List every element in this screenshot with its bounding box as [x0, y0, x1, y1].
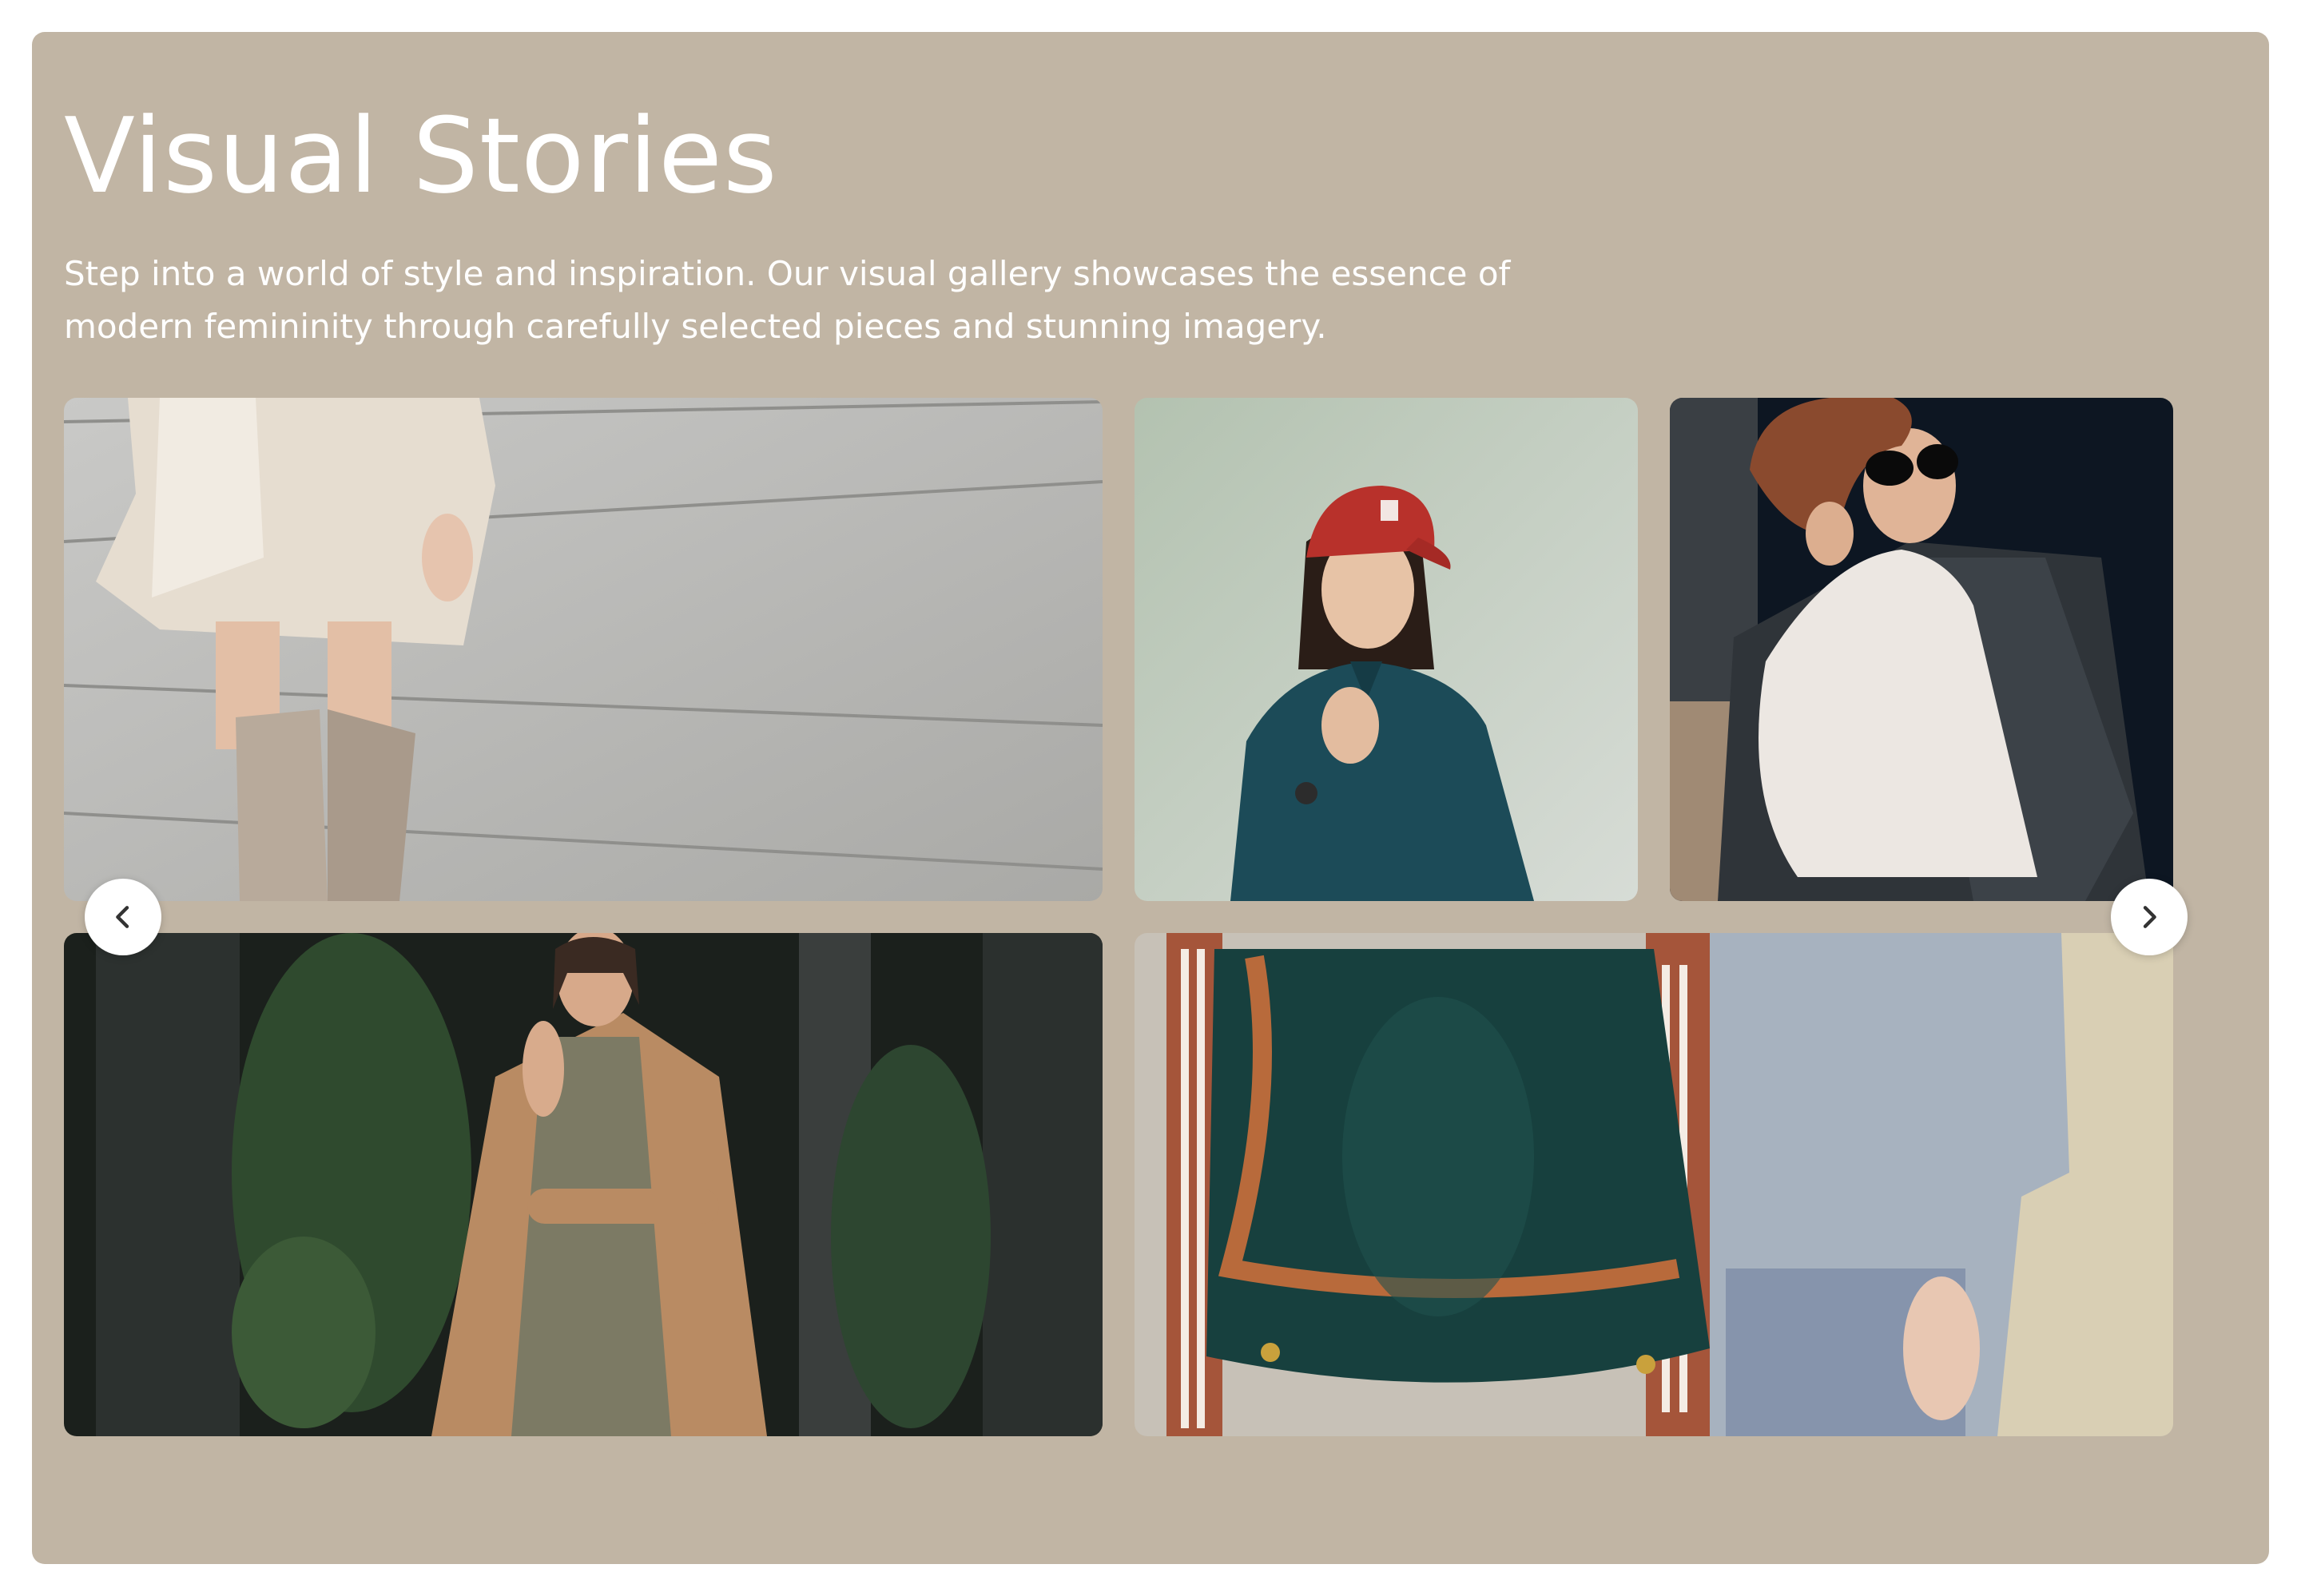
carousel-prev-button[interactable]	[85, 879, 161, 955]
chevron-left-icon	[116, 906, 129, 928]
gallery-image-boots-outfit[interactable]	[64, 398, 1103, 901]
gallery-image-sunglasses[interactable]	[1670, 398, 2173, 901]
gallery-image-camel-coat[interactable]	[64, 933, 1103, 1436]
carousel-next-button[interactable]	[2111, 879, 2188, 955]
gallery-image-green-bag[interactable]	[1135, 933, 2173, 1436]
gallery-image-red-cap[interactable]	[1135, 398, 1638, 901]
chevron-right-icon	[2143, 906, 2156, 928]
page-title: Visual Stories	[64, 95, 778, 216]
gallery-description: Step into a world of style and inspirati…	[64, 254, 1511, 346]
